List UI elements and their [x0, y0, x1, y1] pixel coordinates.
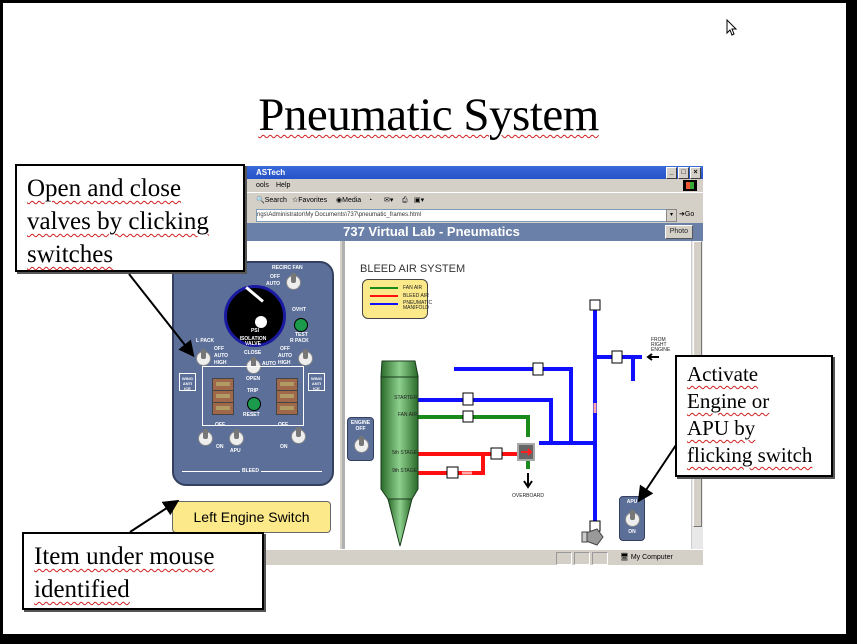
minimize-button[interactable]: _ [666, 167, 677, 179]
gauge-unit-label: PSI [250, 328, 260, 334]
go-button[interactable]: ➜Go [679, 208, 694, 222]
app-title: 737 Virtual Lab - Pneumatics [343, 224, 520, 239]
photo-button[interactable]: Photo [664, 225, 693, 239]
from-right-engine-label: FROM RIGHT ENGINE [651, 337, 671, 353]
r-pack-switch[interactable] [298, 349, 313, 366]
apu-toggle-icon [625, 510, 640, 527]
recirc-auto-label: AUTO [266, 281, 281, 287]
bleed-overhead-panel: RECIRC FAN OFF AUTO PSI OVHT TEST L PACK… [172, 261, 334, 486]
left-wing-anti-ice-label: WING ANTI ICE [179, 373, 196, 391]
favorites-button[interactable]: ☆Favorites [292, 193, 327, 209]
callout-engine: Activate Engine or APU by flicking switc… [675, 355, 833, 477]
engine-switch-state: OFF [355, 426, 366, 432]
maximize-button[interactable]: □ [678, 167, 689, 179]
recirc-fan-switch[interactable] [286, 273, 301, 290]
menu-help[interactable]: Help [276, 179, 290, 192]
trip-reset-lamp[interactable] [247, 397, 261, 411]
window-title: ASTech [256, 168, 286, 177]
search-button[interactable]: 🔍Search [256, 193, 287, 209]
security-zone: 🖥 My Computer [620, 554, 673, 561]
apu-bleed-switch[interactable] [229, 429, 244, 446]
apu-switch-label: APU [626, 499, 638, 505]
iso-close-label: CLOSE [244, 350, 262, 356]
overboard-label: OVERBOARD [512, 493, 544, 499]
slide-title: Pneumatic System [258, 89, 599, 141]
trip-label: TRIP [247, 388, 259, 394]
apu-label: APU [230, 448, 241, 454]
right-engine-isolation-valve[interactable] [611, 350, 623, 364]
apu-switch-state: ON [628, 529, 636, 535]
port-5th-stage: 5th STAGE [392, 450, 418, 456]
bleed-off-label: OFF [215, 422, 225, 428]
fan-air-valve[interactable] [462, 410, 474, 423]
ovht-test-lamp[interactable] [294, 318, 308, 332]
left-bleed-indicator [212, 402, 234, 415]
right-bleed-indicator [276, 402, 298, 415]
upper-manifold-valve[interactable] [589, 299, 601, 311]
r-pack-off-label: OFF [280, 346, 290, 352]
starter-valve[interactable] [462, 392, 474, 406]
engine-toggle-icon [354, 436, 369, 453]
bleed-air-diagram: BLEED AIR SYSTEM FAN AIR BLEED AIR PNEUM… [345, 241, 693, 549]
edit-icon[interactable]: ▣▾ [414, 193, 424, 209]
crossfeed-valve[interactable] [532, 362, 544, 376]
recirc-fan-label: RECIRC FAN [272, 265, 303, 271]
recirc-off-label: OFF [270, 274, 280, 280]
l-pack-label: L PACK [196, 338, 215, 344]
right-engine-bleed-switch[interactable] [291, 427, 306, 444]
mail-icon[interactable]: ✉▾ [384, 193, 393, 209]
hp-shutoff-valve[interactable] [490, 447, 503, 460]
history-icon[interactable]: ◔ [368, 193, 372, 209]
r-pack-label: R PACK [290, 338, 309, 344]
bleed-on-label: ON [216, 444, 224, 450]
port-fan-air: FAN AIR [398, 412, 418, 418]
port-9th-stage: 9th STAGE [392, 468, 418, 474]
engine-start-switch[interactable]: ENGINE OFF [347, 417, 374, 461]
windows-logo-icon [683, 180, 697, 191]
l-pack-off-label: OFF [214, 346, 224, 352]
media-button[interactable]: ◉Media [336, 193, 361, 209]
overboard-arrow-icon [523, 473, 533, 489]
bleed-section-label: BLEED [240, 468, 261, 474]
overhead-panel-pane: RECIRC FAN OFF AUTO PSI OVHT TEST L PACK… [160, 241, 342, 549]
hover-item-label: Left Engine Switch [172, 501, 331, 533]
r-bleed-off-label: OFF [278, 422, 288, 428]
callout-mouse: Item under mouse identified [22, 532, 264, 610]
from-right-engine-arrow-icon [646, 353, 659, 361]
reset-label: RESET [243, 412, 260, 418]
left-engine-bleed-switch[interactable] [198, 429, 213, 446]
bleed-air-lines [416, 452, 528, 475]
address-input[interactable]: ngs\Administrator\My Documents\737\pneum… [256, 209, 668, 222]
r-pack-auto-label: AUTO [278, 353, 293, 359]
isolation-valve-label: ISOLATION VALVE [239, 336, 267, 347]
callout-valves: Open and close valves by clicking switch… [15, 164, 245, 272]
port-starter: STARTER [394, 395, 417, 401]
l-pack-auto-label: AUTO [214, 353, 229, 359]
address-dropdown-button[interactable]: ▾ [666, 209, 677, 222]
mouse-cursor-icon [726, 19, 738, 36]
close-button[interactable]: × [690, 167, 701, 179]
right-wing-anti-ice-label: WING ANTI ICE [308, 373, 325, 391]
ovht-label: OVHT [292, 307, 306, 313]
l-pack-switch[interactable] [196, 349, 211, 366]
print-icon[interactable]: ⎙ [402, 193, 408, 209]
menu-tools[interactable]: ools [256, 179, 269, 192]
r-bleed-on-label: ON [280, 444, 288, 450]
9th-stage-valve[interactable] [446, 466, 459, 479]
apu-start-switch[interactable]: APU ON [619, 496, 645, 541]
